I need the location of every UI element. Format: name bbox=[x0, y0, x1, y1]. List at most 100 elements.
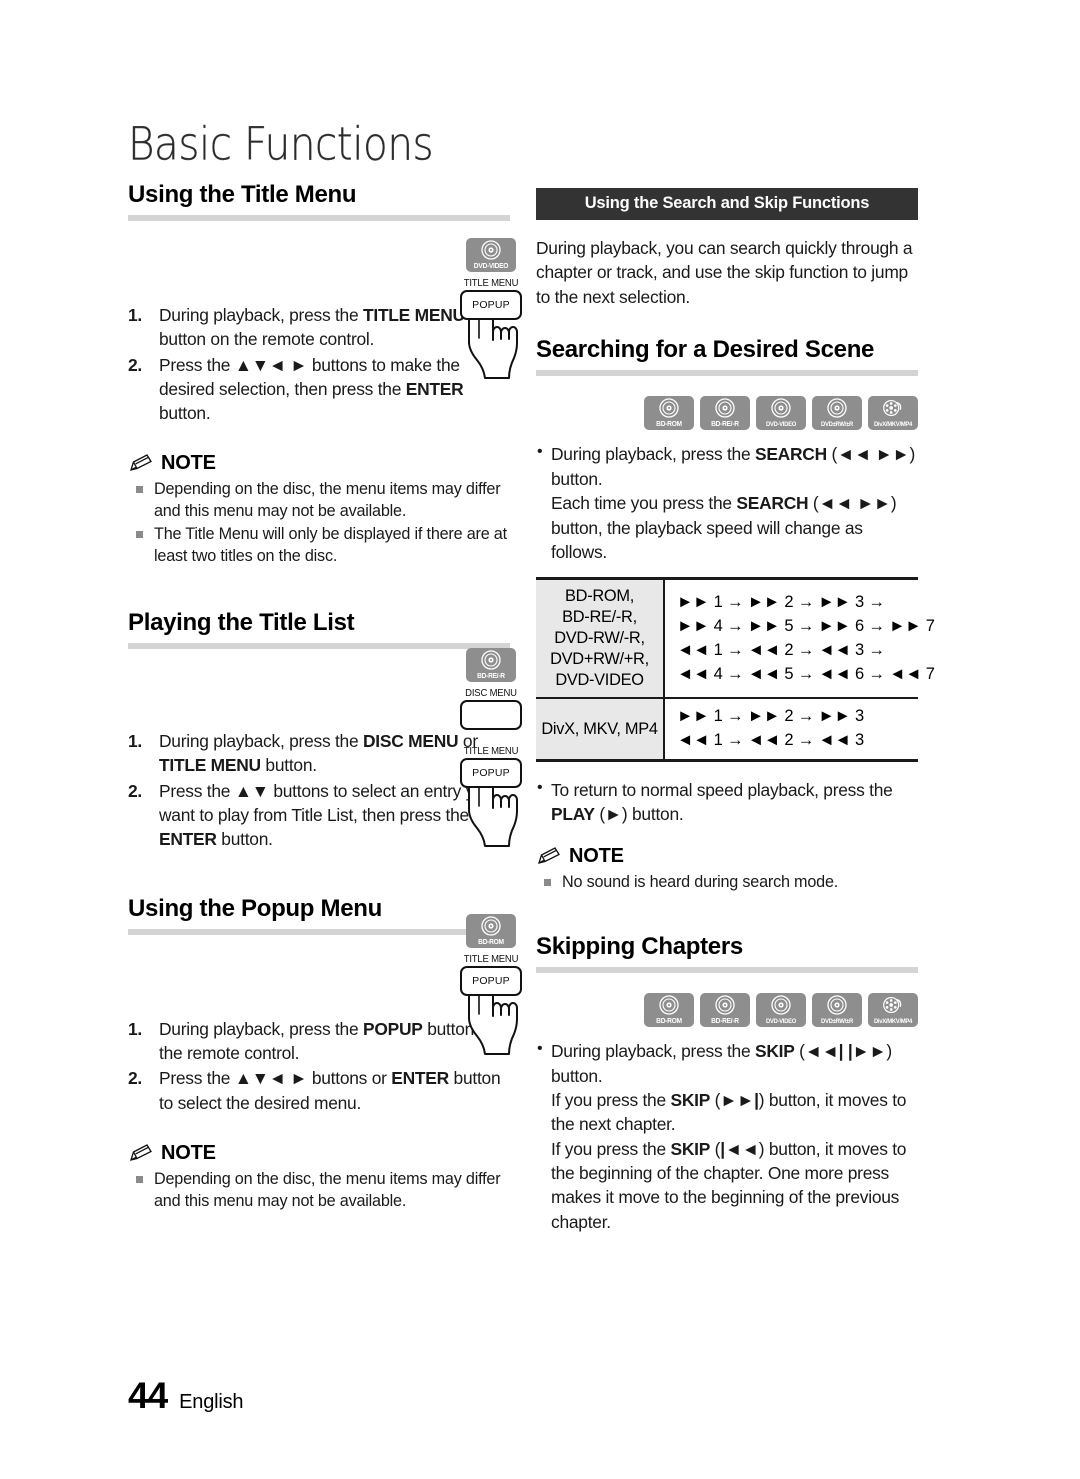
heading-rule bbox=[536, 370, 918, 377]
step-number: 1. bbox=[128, 1019, 143, 1040]
heading-using-the-title-menu: Using the Title Menu bbox=[128, 181, 357, 208]
disc-badge: BD-RE/-R bbox=[700, 396, 750, 431]
disc-badge: DivX/MKV/MP4 bbox=[868, 396, 918, 431]
remote-button-inner-label: POPUP bbox=[472, 767, 510, 779]
disc-icon bbox=[715, 398, 735, 419]
note-header: NOTE bbox=[128, 1142, 510, 1165]
table-cell-speed-sequence: ►► 1 → ►► 2 → ►► 3 → ►► 4 → ►► 5 → ►► 6 … bbox=[663, 577, 935, 700]
remote-button-caption: TITLE MENU bbox=[463, 746, 519, 757]
disc-badge-label: BD-RE/-R bbox=[711, 1018, 739, 1026]
intro-paragraph: During playback, you can search quickly … bbox=[536, 238, 913, 307]
disc-badge: BD-ROM bbox=[644, 396, 694, 431]
disc-badge-label: DVD-VIDEO bbox=[765, 421, 797, 429]
disc-type: DivX, MKV, MP4 bbox=[541, 719, 658, 738]
disc-badge: DVD-VIDEO bbox=[756, 993, 806, 1028]
note-label: NOTE bbox=[161, 451, 216, 474]
search-instructions: During playback, press the SEARCH (◄◄ ►►… bbox=[536, 441, 918, 564]
right-column: Using the Search and Skip Functions Duri… bbox=[536, 188, 935, 1234]
pencil-icon bbox=[130, 1144, 152, 1162]
disc-badge: BD-ROM bbox=[466, 914, 516, 948]
remote-button-caption: TITLE MENU bbox=[463, 954, 519, 965]
page-footer: 44 English bbox=[128, 1375, 244, 1417]
heading-playing-the-title-list: Playing the Title List bbox=[128, 608, 355, 636]
disc-icon bbox=[659, 398, 679, 419]
note-list: Depending on the disc, the menu items ma… bbox=[128, 478, 510, 567]
disc-badge: DVD±RW/±R bbox=[812, 396, 862, 431]
illustration-title-list: BD-RE/-R DISC MENU TITLE MENU POPUP bbox=[452, 648, 530, 852]
remote-button-popup: POPUP bbox=[460, 758, 522, 788]
illustration-popup-menu: BD-ROM TITLE MENU POPUP bbox=[452, 914, 530, 1060]
bullet-item: During playback, press the SEARCH (◄◄ ►►… bbox=[536, 441, 918, 564]
disc-badge-row-skip: BD-ROM BD-RE/-R DVD-VIDEO DVD±RW/±R DivX… bbox=[536, 993, 918, 1028]
film-reel-icon bbox=[883, 997, 902, 1014]
step-number: 2. bbox=[128, 354, 143, 375]
disc-icon bbox=[481, 916, 501, 936]
step-number: 2. bbox=[128, 1068, 143, 1089]
manual-page: Basic Functions Using the Title Menu 1. … bbox=[0, 0, 1080, 1479]
heading-rule bbox=[128, 215, 510, 222]
disc-badge: DVD±RW/±R bbox=[812, 993, 862, 1028]
disc-type: BD-RE/-R, bbox=[562, 608, 637, 627]
step-text: During playback, press the POPUP button … bbox=[159, 1019, 498, 1064]
section-banner: Using the Search and Skip Functions bbox=[536, 188, 918, 220]
table-row: DivX, MKV, MP4 ►► 1 → ►► 2 → ►► 3 ◄◄ 1 →… bbox=[536, 697, 918, 763]
step-number: 2. bbox=[128, 780, 143, 801]
disc-icon bbox=[827, 995, 847, 1015]
disc-type: DVD+RW/+R, bbox=[550, 650, 649, 669]
note-list: Depending on the disc, the menu items ma… bbox=[128, 1168, 510, 1212]
disc-badge-label: DVD-VIDEO bbox=[765, 1018, 797, 1026]
disc-badge: DVD-VIDEO bbox=[756, 396, 806, 431]
disc-badge-label: BD-RE/-R bbox=[711, 421, 739, 429]
step-text: During playback, press the TITLE MENU bu… bbox=[159, 305, 465, 350]
speed-sequence: ►► 1 → ►► 2 → ►► 3 bbox=[677, 707, 865, 726]
note-item: Depending on the disc, the menu items ma… bbox=[128, 1168, 510, 1212]
step-text: Press the ▲▼◄ ► buttons to make the desi… bbox=[159, 354, 464, 423]
bullet-item: During playback, press the SKIP (◄◄| |►►… bbox=[536, 1038, 918, 1234]
disc-icon bbox=[771, 398, 791, 419]
disc-type: DVD-VIDEO bbox=[555, 671, 644, 690]
note-item: The Title Menu will only be displayed if… bbox=[128, 523, 510, 567]
table-cell-speed-sequence: ►► 1 → ►► 2 → ►► 3 ◄◄ 1 → ◄◄ 2 → ◄◄ 3 bbox=[663, 697, 918, 763]
remote-button-inner-label: POPUP bbox=[472, 299, 510, 311]
note-header: NOTE bbox=[128, 452, 510, 475]
remote-button-popup: POPUP bbox=[460, 966, 522, 996]
disc-type: DVD-RW/-R, bbox=[554, 629, 645, 648]
disc-badge-label: BD-ROM bbox=[656, 1018, 682, 1026]
heading-rule bbox=[536, 967, 918, 974]
table-row: BD-ROM, BD-RE/-R, DVD-RW/-R, DVD+RW/+R, … bbox=[536, 577, 935, 700]
remote-button-caption: DISC MENU bbox=[465, 688, 517, 699]
step-number: 1. bbox=[128, 305, 143, 326]
table-cell-disc-types: DivX, MKV, MP4 bbox=[536, 697, 665, 763]
disc-icon bbox=[715, 995, 735, 1015]
disc-badge-label: DVD±RW/±R bbox=[821, 421, 853, 429]
disc-type: BD-ROM, bbox=[565, 587, 634, 606]
disc-badge-label: DivX/MKV/MP4 bbox=[873, 421, 913, 429]
step-item: 2. Press the ▲▼◄ ► buttons or ENTER butt… bbox=[128, 1066, 510, 1114]
playback-speed-table: BD-ROM, BD-RE/-R, DVD-RW/-R, DVD+RW/+R, … bbox=[536, 577, 935, 763]
disc-icon bbox=[481, 240, 501, 260]
note-item: No sound is heard during search mode. bbox=[536, 871, 918, 893]
note-item: Depending on the disc, the menu items ma… bbox=[128, 478, 510, 522]
step-text: Press the ▲▼ buttons to select an entry … bbox=[159, 780, 493, 849]
heading-searching-for-a-desired-scene: Searching for a Desired Scene bbox=[536, 336, 875, 364]
disc-badge-label: BD-ROM bbox=[656, 421, 682, 429]
page-number: 44 bbox=[128, 1375, 168, 1416]
illustration-title-menu: DVD-VIDEO TITLE MENU POPUP bbox=[452, 238, 530, 384]
disc-badge-label: DVD±RW/±R bbox=[821, 1018, 853, 1026]
disc-badge: DVD-VIDEO bbox=[466, 238, 516, 272]
remote-button-popup: POPUP bbox=[460, 290, 522, 320]
return-normal-speed-instruction: To return to normal speed playback, pres… bbox=[536, 777, 918, 827]
disc-badge-label: DVD-VIDEO bbox=[473, 263, 509, 270]
heading-skipping-chapters: Skipping Chapters bbox=[536, 932, 743, 960]
speed-sequence: ►► 1 → ►► 2 → ►► 3 → bbox=[677, 592, 885, 611]
note-label: NOTE bbox=[161, 1141, 216, 1164]
disc-badge: BD-ROM bbox=[644, 993, 694, 1028]
disc-badge-label: BD-RE/-R bbox=[477, 673, 505, 680]
speed-sequence: ◄◄ 4 → ◄◄ 5 → ◄◄ 6 → ◄◄ 7 bbox=[677, 664, 935, 683]
remote-button-disc-menu bbox=[460, 700, 522, 730]
film-reel-icon bbox=[883, 400, 902, 417]
step-number: 1. bbox=[128, 731, 143, 752]
step-text: During playback, press the DISC MENU or … bbox=[159, 731, 478, 776]
disc-badge-label: BD-ROM bbox=[478, 939, 504, 946]
remote-button-inner-label: POPUP bbox=[472, 975, 510, 987]
